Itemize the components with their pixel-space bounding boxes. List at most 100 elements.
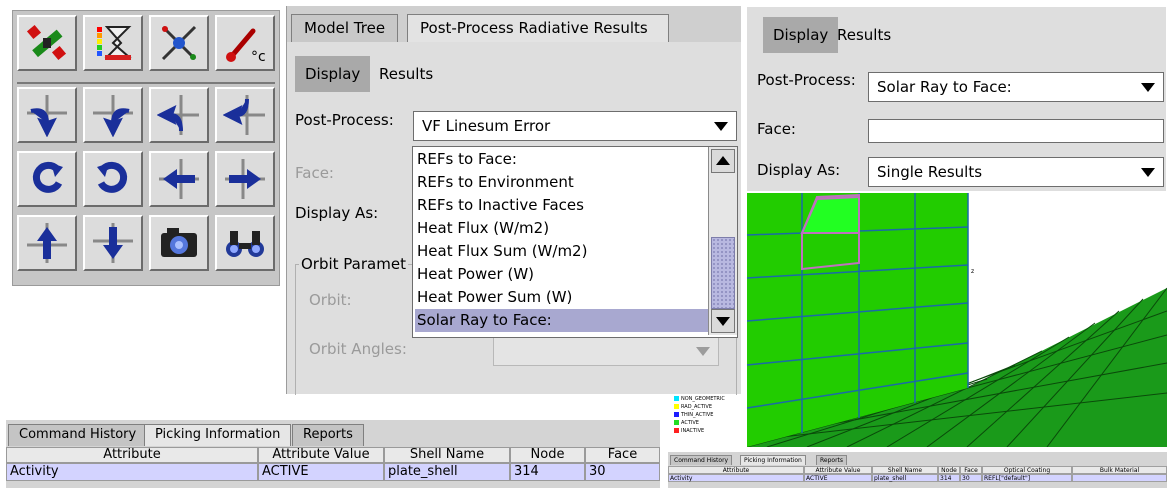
post-process-select[interactable]: VF Linesum Error	[413, 111, 737, 141]
table-cell[interactable]	[1072, 474, 1167, 482]
satellite-icon	[26, 24, 67, 61]
rotate-up-right-button[interactable]	[215, 87, 275, 143]
column-header[interactable]: Node	[938, 466, 960, 474]
pan-right-button[interactable]	[215, 151, 275, 207]
axis-z-label: z	[971, 268, 974, 275]
3d-viewport[interactable]: z	[746, 193, 1167, 448]
column-header[interactable]: Optical Coating	[982, 466, 1072, 474]
display-segment[interactable]: Display	[295, 56, 371, 92]
color-scale-button[interactable]	[83, 15, 143, 71]
dropdown-item[interactable]: Heat Power (W)	[415, 263, 709, 286]
table-cell[interactable]: ACTIVE	[258, 463, 384, 481]
column-header[interactable]: Attribute Value	[258, 447, 384, 463]
tab-reports[interactable]: Reports	[816, 455, 848, 465]
tab-picking-information[interactable]: Picking Information	[144, 424, 292, 446]
dropdown-item[interactable]: Heat Flux Sum (W/m2)	[415, 240, 709, 263]
pan-up-button[interactable]	[17, 215, 77, 271]
dropdown-scrollbar[interactable]	[708, 147, 737, 335]
tab-picking-information[interactable]: Picking Information	[740, 455, 806, 465]
orbit-icon	[161, 25, 197, 61]
column-header[interactable]: Face	[960, 466, 982, 474]
results-segment[interactable]: Results	[827, 17, 901, 53]
scroll-down-button[interactable]	[711, 309, 735, 333]
rotate-cw-button[interactable]	[83, 151, 143, 207]
legend-item: RAD_ACTIVE	[674, 404, 712, 410]
table-cell[interactable]: 314	[510, 463, 585, 481]
post-process-select-value: Solar Ray to Face:	[877, 78, 1012, 96]
camera-icon	[161, 228, 197, 257]
column-header[interactable]: Shell Name	[872, 466, 938, 474]
rotate-ccw-button[interactable]	[17, 151, 77, 207]
pan-left-button[interactable]	[149, 151, 209, 207]
panel-tabstrip: Model Tree Post-Process Radiative Result…	[287, 6, 741, 42]
rotate-down-left-button[interactable]	[17, 87, 77, 143]
table-cell[interactable]: Activity	[6, 463, 258, 481]
display-as-select[interactable]: Single Results	[868, 157, 1164, 187]
orbit-label: Orbit:	[309, 291, 352, 309]
tab-command-history[interactable]: Command History	[8, 424, 148, 446]
dropdown-item[interactable]: REFs to Inactive Faces	[415, 194, 709, 217]
table-cell[interactable]: REFL["default"]	[982, 474, 1072, 482]
pan-down-icon	[93, 223, 133, 263]
results-segment[interactable]: Results	[369, 56, 443, 92]
face-input[interactable]	[868, 119, 1164, 143]
column-header[interactable]: Bulk Material	[1072, 466, 1167, 474]
table-cell[interactable]: Activity	[668, 474, 804, 482]
column-header[interactable]: Face	[585, 447, 660, 463]
binoculars-button[interactable]	[215, 215, 275, 271]
dropdown-item-selected[interactable]: Solar Ray to Face:	[415, 309, 709, 332]
pan-up-icon	[27, 223, 67, 263]
tab-reports[interactable]: Reports	[292, 424, 364, 446]
face-label: Face:	[295, 164, 334, 182]
rotate-cw-icon	[97, 161, 128, 193]
orbit-button[interactable]	[149, 15, 209, 71]
column-header[interactable]: Shell Name	[384, 447, 510, 463]
display-results-panel: Display Results Post-Process: Solar Ray …	[747, 7, 1166, 191]
binoculars-icon	[226, 231, 264, 257]
chevron-down-icon	[1141, 168, 1155, 177]
tab-post-process-radiative-results[interactable]: Post-Process Radiative Results	[407, 14, 669, 42]
arrow-up-icon	[716, 156, 730, 165]
post-process-dropdown-list[interactable]: REFs to Face: REFs to Environment REFs t…	[412, 146, 738, 338]
temperature-button[interactable]: °c	[215, 15, 275, 71]
scroll-thumb[interactable]	[711, 237, 735, 309]
chevron-down-icon	[714, 122, 728, 131]
column-header[interactable]: Node	[510, 447, 585, 463]
scroll-up-button[interactable]	[711, 149, 735, 173]
plate-mesh-render: z	[746, 193, 1167, 448]
satellite-button[interactable]	[17, 15, 77, 71]
post-process-select-value: VF Linesum Error	[422, 117, 551, 135]
legend-item: ACTIVE	[674, 420, 699, 426]
arrow-down-icon	[716, 317, 730, 326]
dropdown-item[interactable]: REFs to Face:	[415, 148, 709, 171]
table-cell[interactable]: 314	[938, 474, 960, 482]
svg-text:°c: °c	[251, 49, 266, 65]
orbit-angles-select	[493, 336, 719, 366]
column-header[interactable]: Attribute	[668, 466, 804, 474]
orbit-group-label: Orbit Paramet	[299, 255, 408, 273]
tab-model-tree[interactable]: Model Tree	[291, 14, 399, 42]
color-scale-icon	[97, 26, 132, 60]
table-cell[interactable]: 30	[585, 463, 660, 481]
table-cell[interactable]: plate_shell	[872, 474, 938, 482]
table-cell[interactable]: ACTIVE	[804, 474, 872, 482]
table-cell[interactable]: 30	[960, 474, 982, 482]
column-header[interactable]: Attribute Value	[804, 466, 872, 474]
chevron-down-icon	[1141, 83, 1155, 92]
rotate-up-left-button[interactable]	[149, 87, 209, 143]
display-as-select-value: Single Results	[877, 163, 983, 181]
post-process-select[interactable]: Solar Ray to Face:	[868, 72, 1164, 102]
dropdown-item[interactable]: REFs to Environment	[415, 171, 709, 194]
camera-button[interactable]	[149, 215, 209, 271]
chevron-down-icon	[696, 347, 710, 356]
face-label: Face:	[757, 120, 796, 138]
tab-command-history[interactable]: Command History	[670, 455, 733, 465]
dropdown-item[interactable]: Heat Power Sum (W)	[415, 286, 709, 309]
picking-info-panel-small: Command History Picking Information Repo…	[668, 452, 1167, 488]
pan-down-button[interactable]	[83, 215, 143, 271]
legend-item: NON_GEOMETRIC	[674, 396, 725, 402]
table-cell[interactable]: plate_shell	[384, 463, 510, 481]
dropdown-item[interactable]: Heat Flux (W/m2)	[415, 217, 709, 240]
rotate-down-right-button[interactable]	[83, 87, 143, 143]
column-header[interactable]: Attribute	[6, 447, 258, 463]
